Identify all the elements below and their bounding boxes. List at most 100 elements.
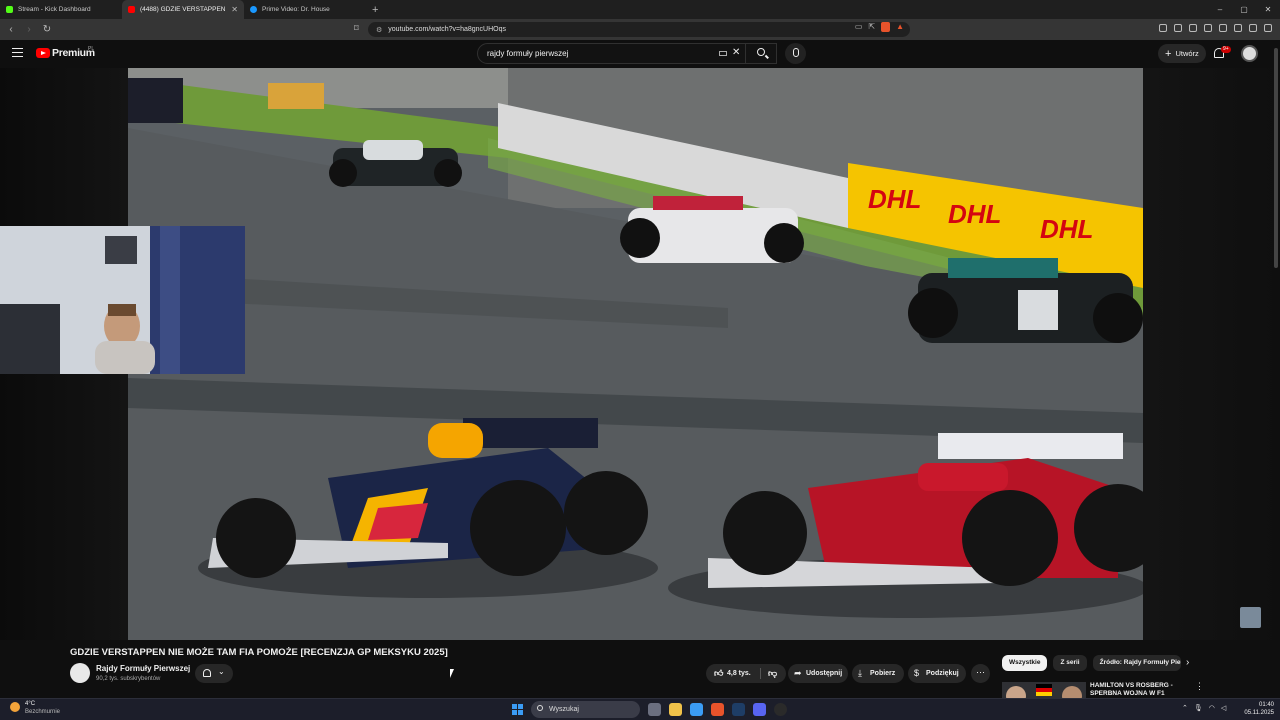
windows-start-icon[interactable] [512, 704, 523, 715]
temperature[interactable]: 4°C [25, 701, 35, 707]
weather-description[interactable]: Bezchmurnie [25, 709, 60, 715]
more-actions-button[interactable]: ⋯ [971, 664, 990, 683]
maximize-button[interactable]: ▢ [1232, 0, 1256, 19]
floating-thumbnail[interactable] [1240, 607, 1261, 628]
thumbs-down-icon[interactable]: 👎︎ [768, 664, 777, 683]
steam-icon[interactable] [732, 703, 745, 716]
tray-overflow-icon[interactable]: ⌃ [1182, 704, 1188, 712]
right-backdrop [1143, 68, 1280, 640]
channel-avatar[interactable] [70, 663, 90, 683]
search-icon [757, 48, 765, 56]
close-tab-icon[interactable]: ✕ [231, 5, 238, 14]
taskbar-search[interactable]: Wyszukaj [531, 701, 640, 718]
chip-series[interactable]: Z serii [1053, 655, 1087, 671]
chevron-right-icon[interactable]: › [1186, 657, 1189, 668]
tab-kick-dashboard[interactable]: Stream - Kick Dashboard [0, 0, 122, 19]
new-tab-button[interactable]: + [372, 4, 378, 16]
time: 01:40 [1258, 702, 1274, 708]
window-controls: – ▢ ✕ [1208, 0, 1280, 19]
close-window-button[interactable]: ✕ [1256, 0, 1280, 19]
minimize-button[interactable]: – [1208, 0, 1232, 19]
brave-browser-icon[interactable] [711, 703, 724, 716]
share-page-icon[interactable]: ⇱ [868, 22, 875, 32]
region-code: PL [88, 46, 95, 52]
volume-icon[interactable]: ◁ [1221, 704, 1226, 712]
video-frame: DHL DHL DHL [128, 68, 1143, 640]
discord-icon[interactable] [753, 703, 766, 716]
download-icon: ⤓ [858, 668, 862, 678]
scrollbar[interactable] [1274, 48, 1278, 268]
subscribed-button[interactable]: ⌄ [195, 664, 233, 683]
channel-name[interactable]: Rajdy Formuły Pierwszej [96, 664, 190, 673]
music-icon[interactable] [1189, 24, 1197, 32]
obs-icon[interactable] [774, 703, 787, 716]
vpn-icon[interactable] [1249, 24, 1257, 32]
back-icon[interactable]: ‹ [4, 24, 18, 35]
keyboard-icon[interactable] [719, 51, 727, 56]
tab-prime-video[interactable]: Prime Video: Dr. House [244, 0, 366, 19]
recommendation-thumbnail[interactable] [1002, 682, 1086, 698]
url-text: youtube.com/watch?v=ha8gncUHOqs [388, 26, 506, 33]
extension-icon[interactable] [1159, 24, 1167, 32]
menu-icon[interactable] [1264, 24, 1272, 32]
pinned-apps [648, 703, 787, 716]
system-tray: ⌃ 🎙︎ ◠ ◁ [1182, 704, 1226, 712]
cast-icon[interactable]: ▭ [855, 22, 863, 32]
address-bar: ‹ › ↻ ⌑ ⚙ youtube.com/watch?v=ha8gncUHOq… [0, 19, 1280, 40]
task-view-icon[interactable] [648, 703, 661, 716]
account-avatar[interactable] [1241, 45, 1258, 62]
filter-chips: Wszystkie Z serii Źródło: Rajdy Formuły … [1002, 655, 1181, 671]
extension-icon[interactable] [1174, 24, 1182, 32]
chip-source[interactable]: Źródło: Rajdy Formuły Pier [1092, 655, 1181, 671]
video-player[interactable]: DHL DHL DHL [128, 68, 1143, 640]
download-button[interactable]: ⤓ Pobierz [852, 664, 904, 683]
share-button[interactable]: ➦ Udostępnij [788, 664, 848, 683]
sidebar-icon[interactable] [1219, 24, 1227, 32]
recommendation-menu-icon[interactable]: ⋮ [1195, 681, 1204, 692]
plus-icon: + [1165, 48, 1172, 60]
site-info-icon[interactable]: ⚙ [376, 26, 382, 34]
brave-shields-icon[interactable] [881, 22, 891, 32]
like-count[interactable]: 4,8 tys. [727, 664, 751, 683]
youtube-logo-icon[interactable] [36, 48, 50, 58]
kick-icon [6, 6, 13, 13]
reading-list-icon[interactable] [1204, 24, 1212, 32]
create-button[interactable]: + Utwórz [1158, 44, 1206, 63]
weather-icon[interactable] [10, 702, 20, 712]
folder-icon[interactable] [690, 703, 703, 716]
video-title: GDZIE VERSTAPPEN NIE MOŻE TAM FIA POMOŻE… [70, 647, 448, 658]
prime-video-icon [250, 6, 257, 13]
voice-search-button[interactable] [785, 43, 806, 64]
bookmark-icon[interactable]: ⌑ [354, 23, 359, 34]
thanks-button[interactable]: $ Podziękuj [908, 664, 966, 683]
brave-rewards-icon[interactable]: ▲ [896, 22, 904, 32]
browser-tab-strip: Stream - Kick Dashboard (4488) GDZIE VER… [0, 0, 1280, 19]
url-field[interactable]: ⚙ youtube.com/watch?v=ha8gncUHOqs ▭ ⇱ ▲ [368, 22, 910, 37]
date: 05.11.2025 [1244, 710, 1274, 716]
notification-badge: 9+ [1221, 46, 1231, 53]
youtube-header: Premium PL rajdy formuły pierwszej ✕ + Ut… [0, 40, 1280, 68]
forward-icon[interactable]: › [22, 24, 36, 35]
search-icon [537, 705, 543, 711]
file-explorer-icon[interactable] [669, 703, 682, 716]
svg-text:DHL: DHL [1040, 214, 1093, 244]
tab-youtube-video[interactable]: (4488) GDZIE VERSTAPPEN NI ✕ [122, 0, 244, 19]
microphone-icon[interactable]: 🎙︎ [1194, 704, 1203, 712]
network-icon[interactable]: ◠ [1209, 704, 1215, 712]
wallet-icon[interactable] [1234, 24, 1242, 32]
mouse-cursor [450, 669, 454, 678]
clear-search-icon[interactable]: ✕ [732, 47, 740, 58]
webcam-overlay [0, 226, 245, 374]
search-button[interactable] [745, 43, 778, 64]
subscriber-count: 90,2 tys. subskrybentów [96, 676, 161, 682]
create-label: Utwórz [1175, 49, 1199, 58]
clock[interactable]: 01:40 05.11.2025 [1238, 701, 1274, 717]
recommendation-title[interactable]: HAMILTON VS ROSBERG - SPERBNA WOJNA W F1 [1090, 682, 1190, 698]
svg-text:DHL: DHL [948, 199, 1001, 229]
reload-icon[interactable]: ↻ [40, 24, 54, 35]
menu-icon[interactable] [12, 48, 23, 57]
thumbs-up-icon[interactable]: 👍︎ [714, 664, 723, 683]
tab-label: Prime Video: Dr. House [262, 6, 330, 13]
chip-all[interactable]: Wszystkie [1002, 655, 1048, 671]
extensions-area [1159, 24, 1272, 32]
